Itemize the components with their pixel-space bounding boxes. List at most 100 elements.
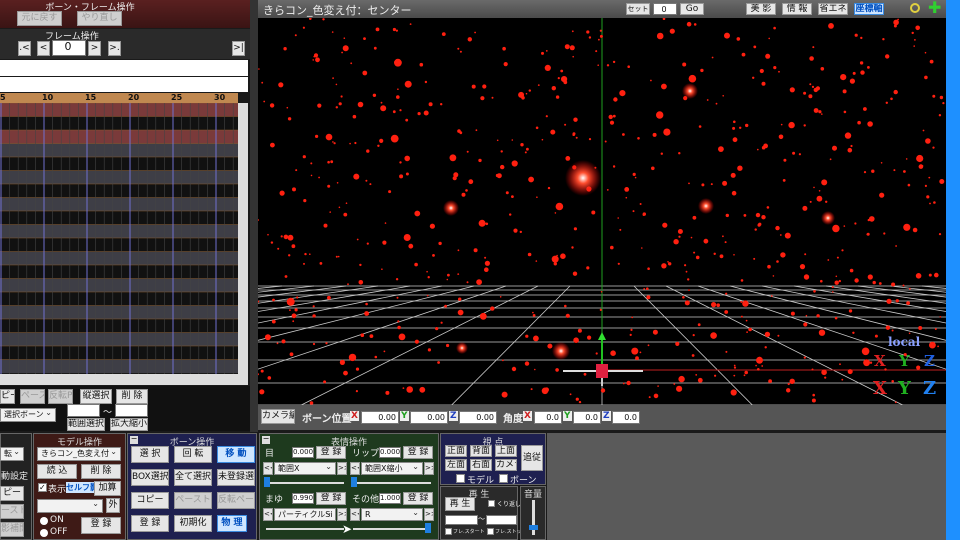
load-button[interactable]: 読 込 <box>37 464 77 479</box>
morph-lip-dropdown[interactable]: 範囲X縮小 <box>361 462 423 475</box>
frame-start-checkbox[interactable] <box>445 528 452 535</box>
redo-button[interactable]: やり直し <box>77 11 122 26</box>
morph-lip-register-button[interactable]: 登 録 <box>403 446 433 459</box>
interp-dropdown[interactable]: 転 <box>0 447 24 461</box>
morph-lip-prev-button[interactable]: << <box>350 462 360 475</box>
3d-viewport[interactable] <box>258 18 946 405</box>
copy-button[interactable]: ピー <box>0 389 15 404</box>
play-end-input[interactable] <box>486 515 517 525</box>
morph-brow-prev-button[interactable]: << <box>263 508 273 521</box>
camera-view-button[interactable]: カメラ <box>495 459 517 471</box>
outside-parent-button[interactable]: 外 <box>106 498 120 513</box>
rot-x-input[interactable]: 0.0 <box>534 411 562 424</box>
morph-eye-prev-button[interactable]: << <box>263 462 273 475</box>
box-select-button[interactable]: BOX選択 <box>131 469 169 486</box>
range-select-button[interactable]: 範囲選択 <box>67 418 105 431</box>
local-x-icon[interactable]: X <box>874 352 886 370</box>
top-view-button[interactable]: 上面 <box>495 445 517 457</box>
local-label[interactable]: local <box>888 335 920 349</box>
interp-paste-button[interactable]: ースト <box>0 504 24 519</box>
morph-other-register-button[interactable]: 登 録 <box>403 492 433 505</box>
local-z-icon[interactable]: Z <box>924 352 935 370</box>
first-frame-button[interactable]: .< <box>18 41 31 56</box>
bone-select-button[interactable]: 選 択 <box>131 446 169 463</box>
morph-other-slider-track[interactable] <box>353 528 431 530</box>
eco-button[interactable]: 省エネ <box>818 3 848 15</box>
morph-brow-dropdown[interactable]: パーティクルSi <box>274 508 336 521</box>
set-frame-input[interactable]: 0 <box>653 3 677 15</box>
interp-button[interactable]: 影補間 <box>0 522 24 537</box>
off-radio[interactable] <box>40 529 48 537</box>
move-cross-icon[interactable]: ✚ <box>928 0 941 16</box>
frame-input[interactable]: 0 <box>52 40 86 56</box>
volume-slider-thumb[interactable] <box>529 525 538 530</box>
morph-eye-slider-thumb[interactable] <box>264 477 270 487</box>
axis-button[interactable]: 座標軸 <box>854 3 884 15</box>
set-button[interactable]: セット <box>626 3 650 15</box>
morph-brow-value[interactable]: 0.990 <box>292 493 314 504</box>
track-row[interactable] <box>0 77 248 92</box>
splitter[interactable] <box>250 0 258 432</box>
unregistered-select-button[interactable]: 未登録選 <box>217 469 255 486</box>
go-button[interactable]: Go <box>680 3 704 15</box>
bone-select-dropdown[interactable]: 選択ボーン <box>0 408 56 422</box>
play-start-input[interactable] <box>445 515 478 525</box>
global-x-icon[interactable]: X <box>873 378 887 399</box>
model-delete-button[interactable]: 削 除 <box>81 464 121 479</box>
model-register-button[interactable]: 登 録 <box>81 517 121 534</box>
morph-other-dropdown[interactable]: R <box>361 508 423 521</box>
timeline-hscrollbar[interactable] <box>0 374 248 385</box>
local-y-icon[interactable]: Y <box>899 352 910 370</box>
morph-eye-dropdown[interactable]: 範囲X <box>274 462 336 475</box>
timeline-vscrollbar[interactable] <box>238 103 248 374</box>
morph-other-next-button[interactable]: >> <box>424 508 434 521</box>
morph-other-prev-button[interactable]: << <box>350 508 360 521</box>
morph-lip-slider-track[interactable] <box>353 482 431 484</box>
morph-eye-next-button[interactable]: >> <box>337 462 347 475</box>
physics-button[interactable]: 物 理 <box>217 515 247 532</box>
model-dropdown[interactable]: きらコン_色変え付 <box>37 447 121 461</box>
rotate-button[interactable]: 回 転 <box>174 446 212 463</box>
interp-copy-button[interactable]: ピー <box>0 486 24 501</box>
morph-brow-register-button[interactable]: 登 録 <box>316 492 346 505</box>
global-z-icon[interactable]: Z <box>923 378 936 399</box>
bone-copy-button[interactable]: コピー <box>131 492 169 509</box>
timeline-grid[interactable] <box>0 103 238 374</box>
flip-paste-button[interactable]: 反転ペースト <box>217 492 255 509</box>
move-button[interactable]: 移 動 <box>217 446 255 463</box>
undo-button[interactable]: 元に戻す <box>17 11 62 26</box>
scale-button[interactable]: 拡大縮小 <box>110 418 148 431</box>
pos-z-input[interactable]: 0.00 <box>459 411 497 424</box>
rot-y-input[interactable]: 0.0 <box>573 411 601 424</box>
rot-z-input[interactable]: 0.0 <box>612 411 640 424</box>
play-button[interactable]: 再 生 <box>445 497 475 511</box>
info-button[interactable]: 情 報 <box>782 3 812 15</box>
global-y-icon[interactable]: Y <box>898 378 911 399</box>
morph-brow-slider-track[interactable] <box>266 528 344 530</box>
add-button[interactable]: 加算 <box>94 481 121 496</box>
morph-other-slider-thumb[interactable] <box>425 523 431 533</box>
bone-paste-button[interactable]: ペースト <box>174 492 212 509</box>
morph-other-value[interactable]: 1.000 <box>379 493 401 504</box>
morph-lip-next-button[interactable]: >> <box>424 462 434 475</box>
front-view-button[interactable]: 正面 <box>445 445 467 457</box>
outside-parent-dropdown[interactable] <box>37 499 103 513</box>
model-checkbox[interactable] <box>456 474 465 483</box>
left-view-button[interactable]: 左面 <box>445 459 467 471</box>
show-checkbox[interactable]: ✓ <box>38 483 47 492</box>
delete-button[interactable]: 削 除 <box>116 389 148 404</box>
last-frame-button[interactable]: >| <box>232 41 245 56</box>
flip-paste-button[interactable]: 反転P <box>48 389 73 404</box>
camera-edit-button[interactable]: カメラ編 <box>261 409 295 424</box>
track-row[interactable] <box>0 60 248 76</box>
initialize-button[interactable]: 初期化 <box>174 515 212 532</box>
vertical-select-button[interactable]: 縦選択 <box>80 389 112 404</box>
pos-y-input[interactable]: 0.00 <box>410 411 448 424</box>
on-radio[interactable] <box>40 517 48 525</box>
morph-eye-value[interactable]: 0.000 <box>292 447 314 458</box>
right-view-button[interactable]: 右面 <box>470 459 492 471</box>
bone-register-button[interactable]: 登 録 <box>131 515 169 532</box>
range-start-input[interactable] <box>67 404 100 417</box>
morph-eye-slider-track[interactable] <box>266 482 344 484</box>
bone-checkbox[interactable] <box>499 474 508 483</box>
